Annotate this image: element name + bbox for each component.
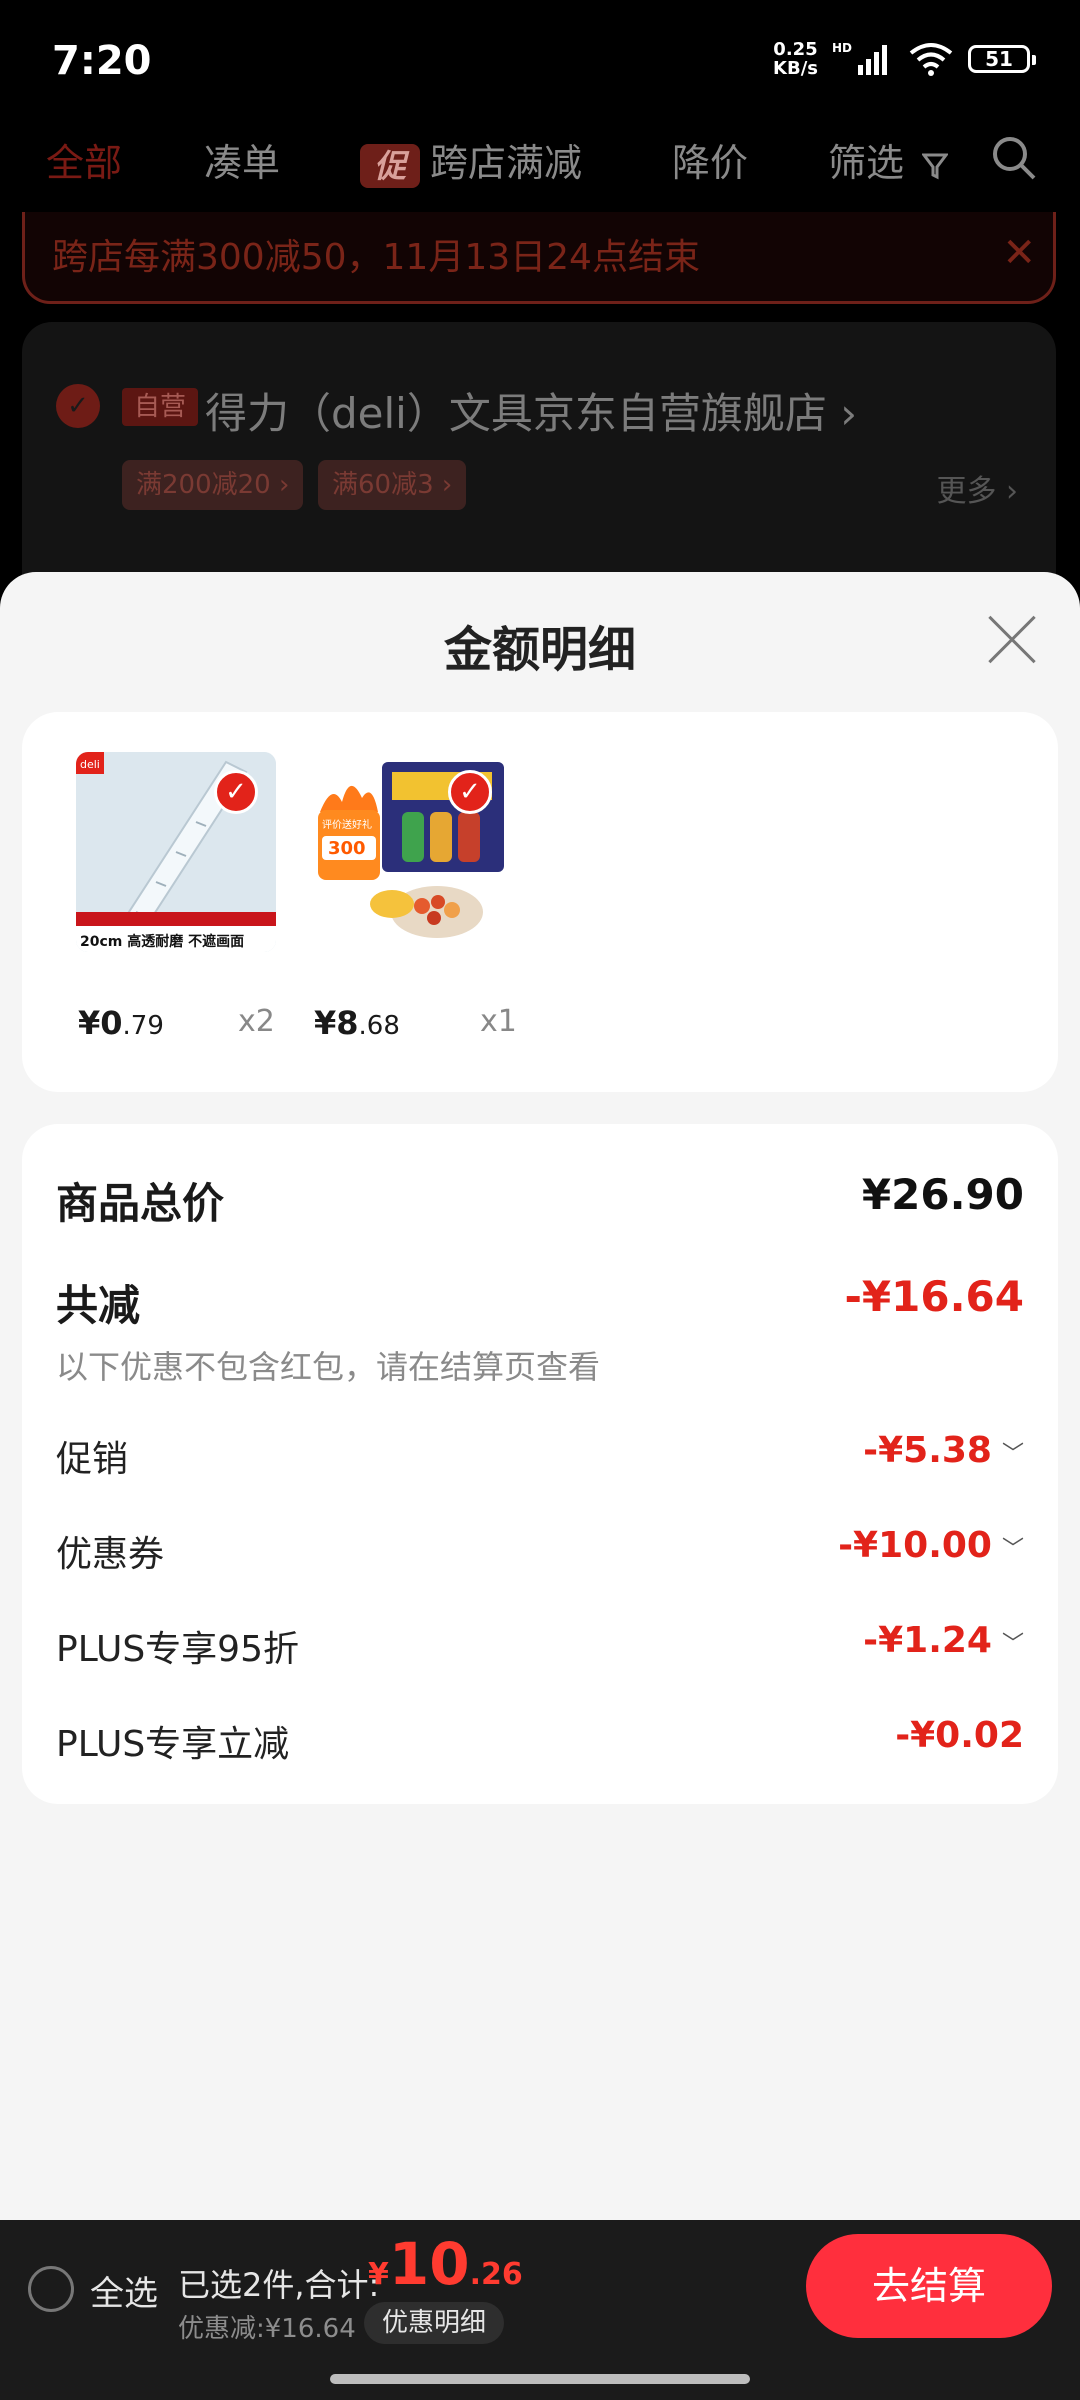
search-icon[interactable] <box>990 134 1038 182</box>
selected-check-icon[interactable]: ✓ <box>214 770 258 814</box>
coupon-chip[interactable]: 满200减20 › <box>122 460 304 510</box>
tab-all[interactable]: 全部 <box>46 132 122 187</box>
discount-note: 以下优惠不包含红包，请在结算页查看 <box>56 1348 601 1386</box>
home-indicator <box>330 2374 750 2384</box>
discount-amount: 优惠减:¥16.64 <box>178 2314 356 2344</box>
promo-notice-text: 跨店每满300减50，11月13日24点结束 <box>52 237 700 278</box>
funnel-icon <box>921 153 950 179</box>
selected-check-icon[interactable]: ✓ <box>448 770 492 814</box>
status-time: 7:20 <box>52 38 152 84</box>
select-all-label[interactable]: 全选 <box>90 2266 158 2315</box>
tab-filter[interactable]: 筛选 <box>828 132 950 187</box>
self-operated-badge: 自营 <box>122 388 199 426</box>
chevron-down-icon: ﹀ <box>1001 1632 1024 1657</box>
tab-cross-store[interactable]: 促跨店满减 <box>360 132 582 188</box>
svg-text:HD: HD <box>832 41 852 55</box>
chevron-down-icon: ﹀ <box>1001 1442 1024 1467</box>
signal-icon: HD <box>832 41 887 75</box>
promotion-value[interactable]: -¥5.38 ﹀ <box>863 1430 1024 1471</box>
notice-close-icon[interactable]: ✕ <box>1002 230 1036 276</box>
plus-instant-value: -¥0.02 <box>895 1715 1024 1756</box>
product-price: ¥0.79 <box>78 1004 164 1042</box>
product-price: ¥8.68 <box>314 1004 400 1042</box>
battery-icon: 51 <box>968 45 1036 73</box>
coupon-value[interactable]: -¥10.00 ﹀ <box>838 1525 1024 1566</box>
total-label: 商品总价 <box>56 1179 225 1228</box>
plus-instant-label: PLUS专享立减 <box>56 1724 290 1765</box>
product-quantity: x1 <box>480 1004 517 1039</box>
store-check-icon[interactable]: ✓ <box>56 384 100 428</box>
network-speed: 0.25 KB/s <box>773 39 818 79</box>
close-icon[interactable] <box>984 612 1040 668</box>
plus-discount-value[interactable]: -¥1.24 ﹀ <box>863 1620 1024 1661</box>
tab-coudan[interactable]: 凑单 <box>204 132 280 187</box>
sheet-title: 金额明细 <box>443 622 636 678</box>
svg-text:20cm 高透耐磨 不遮画面: 20cm 高透耐磨 不遮画面 <box>80 933 244 950</box>
promotion-label: 促销 <box>56 1439 129 1480</box>
status-icons: 0.25 KB/s HD 51 <box>773 39 1036 79</box>
svg-text:评价送好礼: 评价送好礼 <box>322 818 372 831</box>
product-quantity: x2 <box>238 1004 275 1039</box>
discount-detail-button[interactable]: 优惠明细 <box>364 2302 505 2344</box>
wifi-icon <box>909 43 953 76</box>
coupon-label: 优惠券 <box>56 1534 165 1575</box>
plus-discount-label: PLUS专享95折 <box>56 1629 299 1670</box>
chevron-down-icon: ﹀ <box>1001 1537 1024 1562</box>
selected-count: 已选2件,合计: <box>178 2266 380 2304</box>
store-name[interactable]: 得力（deli）文具京东自营旗舰店 › <box>205 380 857 441</box>
svg-text:300: 300 <box>328 838 366 859</box>
more-link[interactable]: 更多 › <box>936 466 1018 510</box>
promo-chip: 促 <box>360 143 420 188</box>
svg-text:deli: deli <box>80 758 100 771</box>
tab-price-drop[interactable]: 降价 <box>672 132 748 187</box>
reduce-value: -¥16.64 <box>844 1272 1024 1321</box>
total-value: ¥26.90 <box>861 1170 1024 1219</box>
coupon-chip[interactable]: 满60减3 › <box>318 460 467 510</box>
reduce-label: 共减 <box>56 1281 141 1330</box>
select-all-radio[interactable] <box>28 2266 74 2312</box>
total-price: ¥10.26 <box>368 2230 523 2298</box>
checkout-button[interactable]: 去结算 <box>806 2234 1052 2338</box>
